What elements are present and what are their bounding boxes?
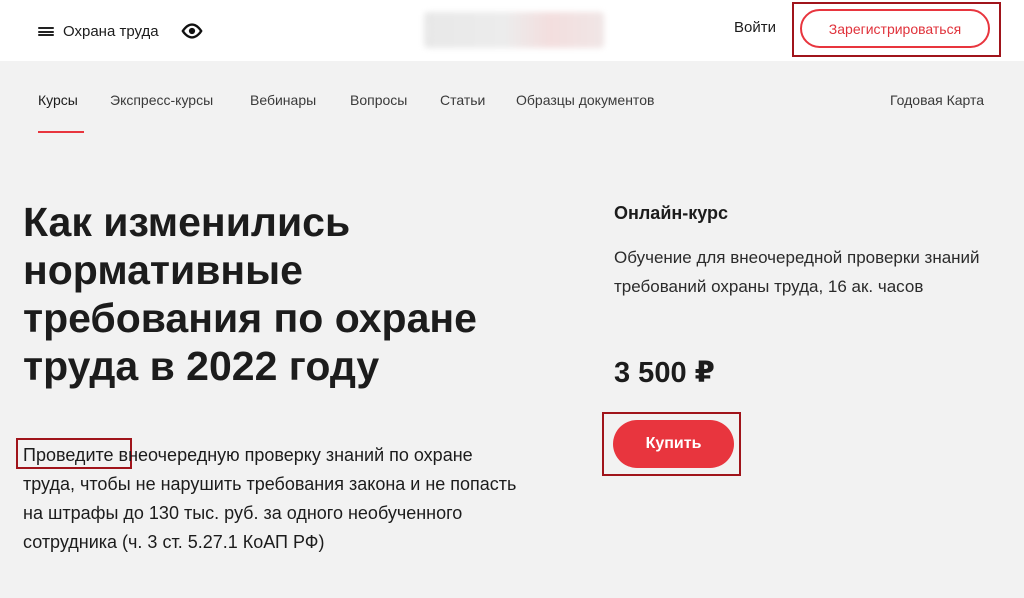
course-description: Обучение для внеочередной проверки знани… (614, 248, 980, 296)
active-tab-indicator (38, 131, 84, 133)
login-link[interactable]: Войти (734, 19, 776, 36)
main-nav: Курсы Экспресс-курсы Вебинары Вопросы Ст… (0, 61, 1024, 133)
top-header: Охрана труда Войти Зарегистрироваться (0, 0, 1024, 61)
nav-item-webinars[interactable]: Вебинары (250, 92, 316, 108)
page-description: Проведите внеочередную проверку знаний п… (23, 441, 523, 557)
menu-button[interactable]: Охрана труда (38, 23, 159, 40)
buy-button[interactable]: Купить (613, 420, 734, 468)
course-price: 3 500 ₽ (614, 357, 715, 389)
register-button[interactable]: Зарегистрироваться (800, 9, 990, 48)
description-highlight: Проведите (23, 445, 114, 465)
nav-item-questions[interactable]: Вопросы (350, 92, 407, 108)
page-title: Как изменились нормативные требования по… (23, 199, 477, 389)
nav-item-annual-card[interactable]: Годовая Карта (890, 92, 984, 108)
nav-item-articles[interactable]: Статьи (440, 92, 485, 108)
nav-item-document-samples[interactable]: Образцы документов (516, 92, 654, 108)
course-type: Онлайн-курс (614, 203, 729, 223)
hamburger-icon (38, 27, 54, 36)
nav-item-courses[interactable]: Курсы (38, 92, 78, 108)
nav-item-express-courses[interactable]: Экспресс-курсы (110, 92, 213, 108)
eye-icon[interactable] (181, 22, 203, 40)
menu-label: Охрана труда (63, 23, 159, 40)
site-logo[interactable] (424, 12, 604, 48)
